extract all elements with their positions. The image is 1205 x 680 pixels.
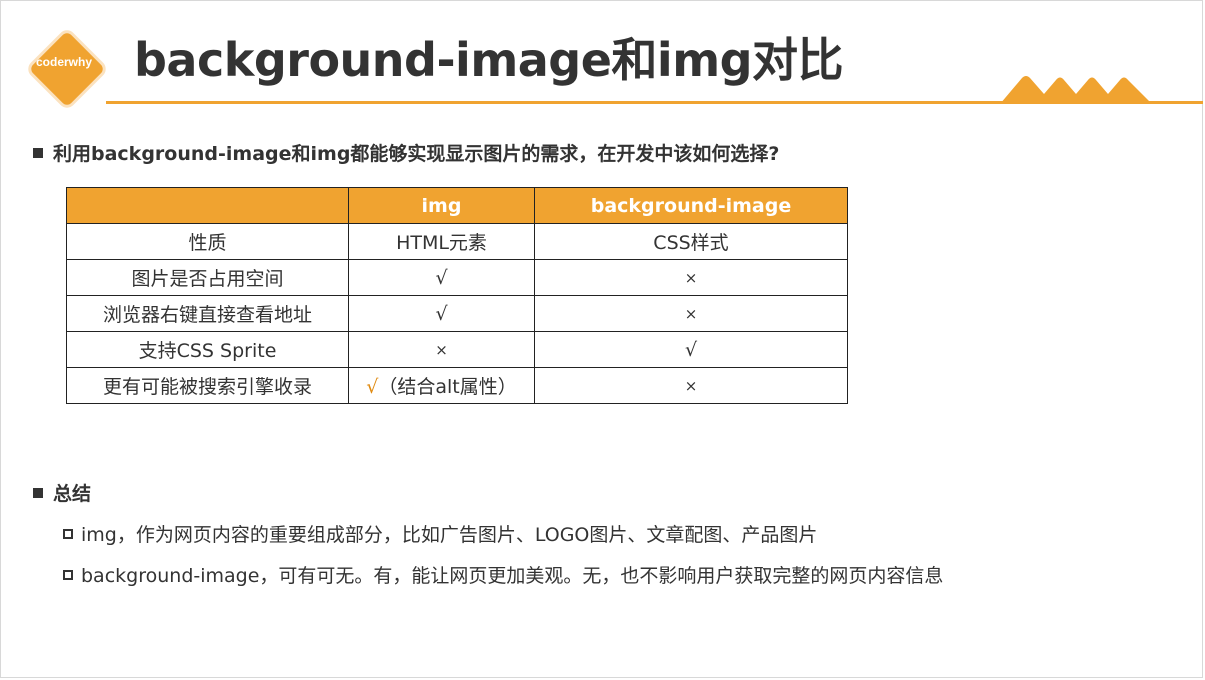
- check-mark-icon: √: [348, 259, 535, 296]
- check-mark-icon: √: [534, 331, 848, 368]
- intro-question: 利用background-image和img都能够实现显示图片的需求，在开发中该…: [33, 139, 779, 166]
- page-title: background-image和img对比: [134, 33, 844, 87]
- table-row: 图片是否占用空间 √ ×: [66, 259, 848, 296]
- cross-mark-icon: ×: [534, 295, 848, 332]
- row-label: 支持CSS Sprite: [66, 331, 349, 368]
- mountains-decoration-icon: [1000, 76, 1152, 104]
- cross-mark-icon: ×: [534, 367, 848, 404]
- comparison-table: img background-image 性质 HTML元素 CSS样式 图片是…: [66, 187, 848, 404]
- hollow-square-bullet-icon: [63, 528, 73, 539]
- row-label: 浏览器右键直接查看地址: [66, 295, 349, 332]
- summary-heading-text: 总结: [53, 483, 92, 505]
- table-row: 浏览器右键直接查看地址 √ ×: [66, 295, 848, 332]
- table-row: 性质 HTML元素 CSS样式: [66, 223, 848, 260]
- logo-text: coderwhy: [35, 55, 92, 69]
- square-bullet-icon: [33, 487, 43, 498]
- bg-cell: CSS样式: [534, 223, 848, 260]
- title-underline: [106, 101, 1203, 104]
- img-cell: HTML元素: [348, 223, 535, 260]
- summary-item-text: background-image，可有可无。有，能让网页更加美观。无，也不影响用…: [81, 565, 944, 587]
- row-label: 更有可能被搜索引擎收录: [66, 367, 349, 404]
- table-header-empty: [66, 187, 349, 224]
- table-header-row: img background-image: [66, 187, 848, 224]
- row-label: 性质: [66, 223, 349, 260]
- summary-item: img，作为网页内容的重要组成部分，比如广告图片、LOGO图片、文章配图、产品图…: [63, 520, 817, 547]
- square-bullet-icon: [33, 147, 43, 158]
- table-header-background-image: background-image: [534, 187, 848, 224]
- cross-mark-icon: ×: [534, 259, 848, 296]
- summary-item: background-image，可有可无。有，能让网页更加美观。无，也不影响用…: [63, 561, 943, 588]
- check-mark-icon: √: [366, 376, 379, 398]
- row-label: 图片是否占用空间: [66, 259, 349, 296]
- table-header-img: img: [348, 187, 535, 224]
- summary-heading: 总结: [33, 479, 91, 506]
- question-text: 利用background-image和img都能够实现显示图片的需求，在开发中该…: [53, 143, 780, 165]
- logo-diamond-shape: [24, 26, 110, 112]
- coderwhy-logo: coderwhy: [24, 26, 110, 112]
- table-row: 支持CSS Sprite × √: [66, 331, 848, 368]
- img-cell: √（结合alt属性）: [348, 367, 535, 404]
- img-cell-note: （结合alt属性）: [378, 376, 517, 398]
- check-mark-icon: √: [348, 295, 535, 332]
- table-row: 更有可能被搜索引擎收录 √（结合alt属性） ×: [66, 367, 848, 404]
- hollow-square-bullet-icon: [63, 569, 73, 580]
- cross-mark-icon: ×: [348, 331, 535, 368]
- summary-item-text: img，作为网页内容的重要组成部分，比如广告图片、LOGO图片、文章配图、产品图…: [81, 524, 818, 546]
